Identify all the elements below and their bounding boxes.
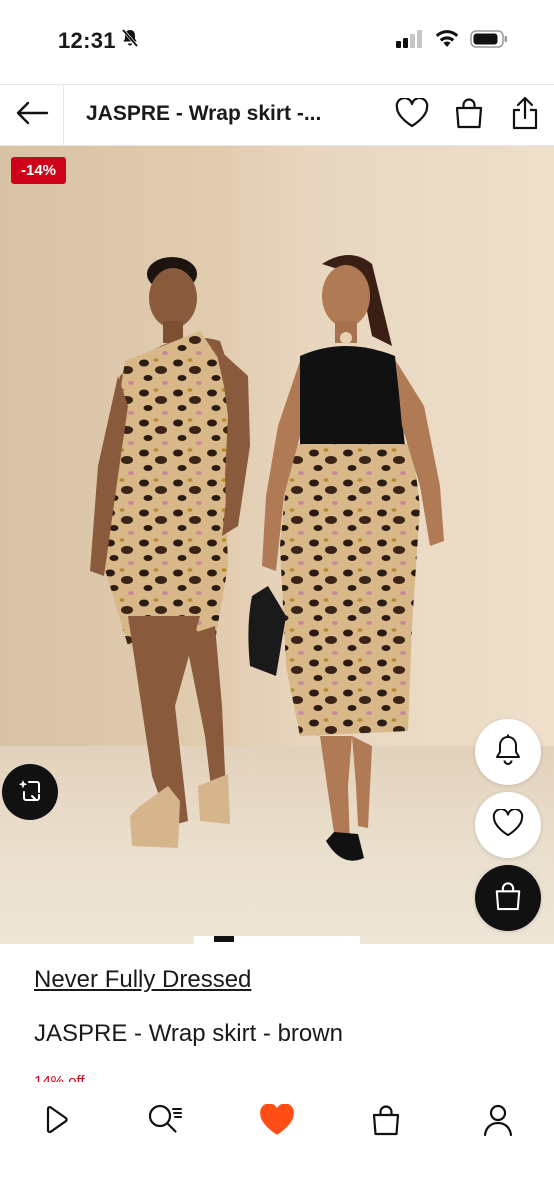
nav-discover[interactable] bbox=[34, 1100, 78, 1144]
add-to-bag-float-button[interactable] bbox=[475, 865, 541, 931]
model-right bbox=[248, 255, 444, 861]
heart-icon bbox=[395, 96, 429, 133]
image-pager[interactable] bbox=[194, 936, 360, 944]
nav-profile[interactable] bbox=[476, 1100, 520, 1144]
search-icon bbox=[147, 1103, 183, 1142]
shopping-bag-icon bbox=[371, 1104, 401, 1141]
nav-bag[interactable] bbox=[364, 1100, 408, 1144]
ai-visual-search-icon bbox=[15, 775, 45, 810]
visual-search-button[interactable] bbox=[2, 764, 58, 820]
nav-wishlist[interactable] bbox=[255, 1100, 299, 1144]
wishlist-button[interactable] bbox=[394, 96, 430, 133]
bell-icon bbox=[494, 734, 522, 771]
discount-badge: -14% bbox=[11, 157, 67, 184]
product-image-gallery[interactable]: -14% bbox=[0, 146, 554, 944]
wifi-icon bbox=[434, 30, 460, 53]
profile-icon bbox=[482, 1103, 514, 1142]
discount-text: 14% off bbox=[34, 1073, 85, 1082]
back-arrow-icon bbox=[15, 101, 49, 130]
share-icon bbox=[511, 96, 539, 135]
shopping-bag-icon bbox=[494, 881, 522, 916]
play-icon bbox=[40, 1104, 72, 1141]
share-button[interactable] bbox=[507, 96, 543, 135]
battery-icon bbox=[470, 30, 508, 53]
status-indicators bbox=[396, 30, 508, 53]
bag-button[interactable] bbox=[451, 97, 487, 133]
back-button[interactable] bbox=[0, 85, 64, 145]
model-left bbox=[90, 257, 250, 848]
status-time-group: 12:31 bbox=[58, 28, 140, 54]
status-bar: 12:31 bbox=[0, 0, 554, 84]
heart-filled-icon bbox=[259, 1102, 295, 1141]
shopping-bag-icon bbox=[454, 97, 484, 134]
bell-muted-icon bbox=[120, 28, 140, 54]
status-time: 12:31 bbox=[58, 28, 116, 53]
brand-link[interactable]: Never Fully Dressed bbox=[34, 966, 251, 994]
pager-active-indicator bbox=[214, 936, 234, 942]
nav-search[interactable] bbox=[143, 1100, 187, 1144]
wishlist-float-button[interactable] bbox=[475, 792, 541, 858]
product-header: JASPRE - Wrap skirt -... bbox=[0, 84, 554, 146]
heart-icon bbox=[492, 807, 524, 842]
product-title: JASPRE - Wrap skirt - brown bbox=[34, 1020, 343, 1047]
notify-button[interactable] bbox=[475, 719, 541, 785]
product-photo bbox=[90, 255, 444, 861]
cellular-signal-icon bbox=[396, 30, 424, 53]
page-title: JASPRE - Wrap skirt -... bbox=[86, 102, 322, 125]
bottom-navigation bbox=[0, 1084, 554, 1200]
